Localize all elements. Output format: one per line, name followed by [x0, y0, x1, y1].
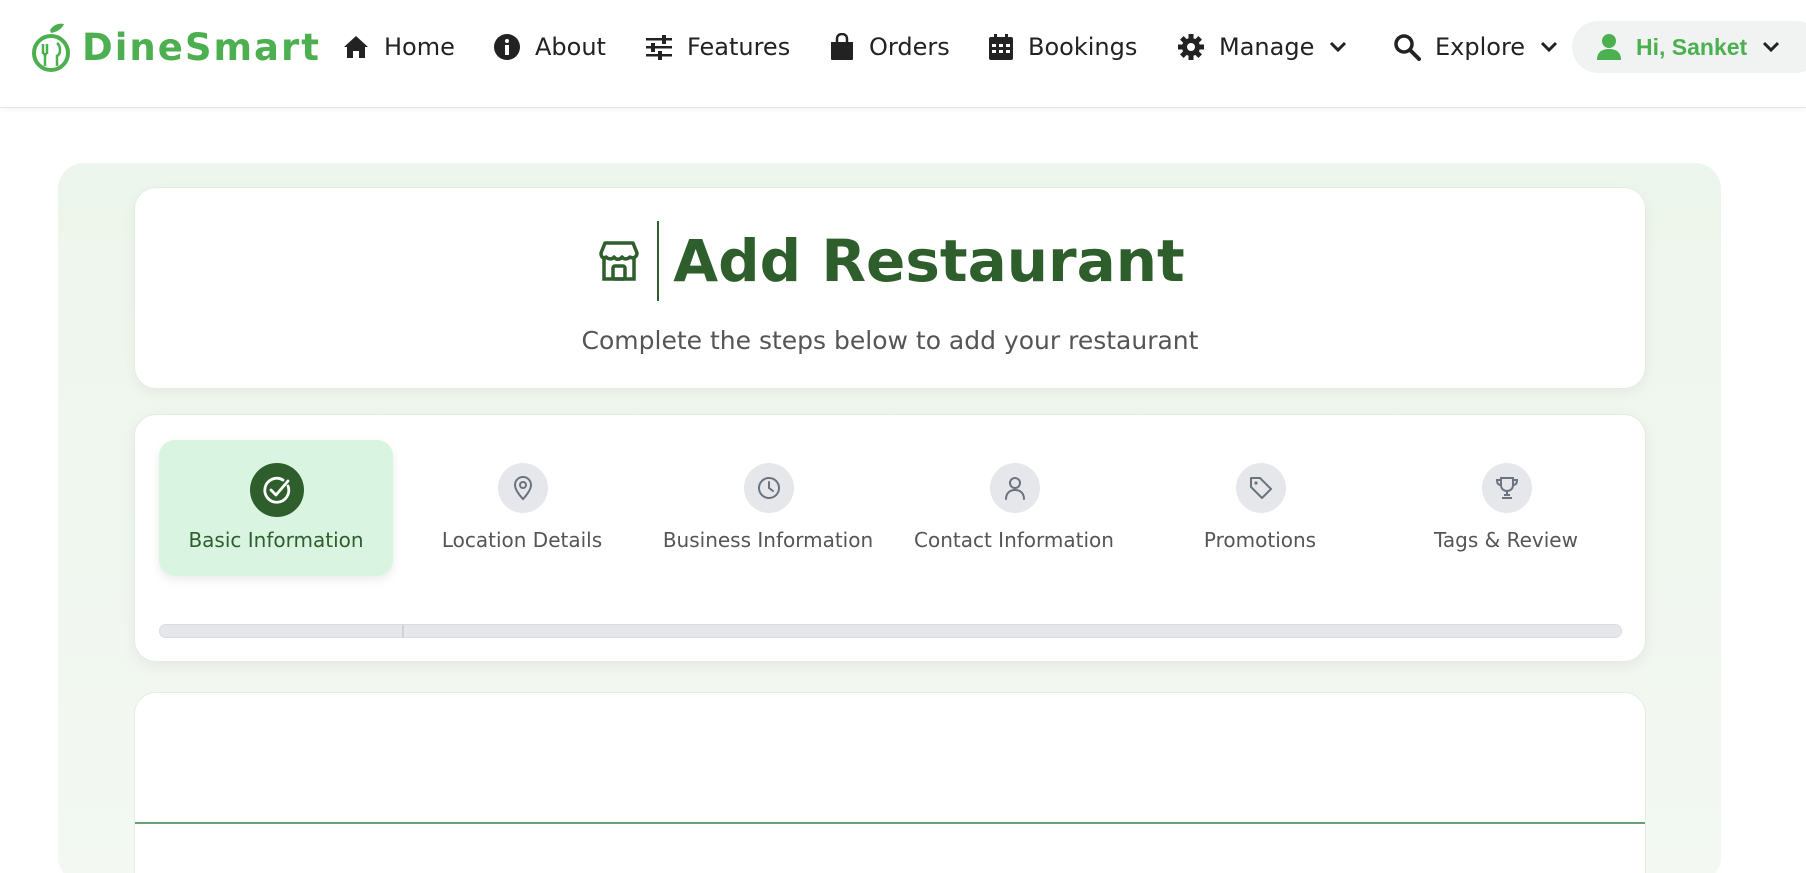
nav-orders[interactable]: Orders — [829, 26, 950, 68]
page-subtitle: Complete the steps below to add your res… — [581, 326, 1199, 355]
search-icon — [1394, 34, 1421, 61]
title-row: Add Restaurant — [135, 221, 1645, 301]
step-icon-circle — [1236, 463, 1286, 513]
nav-about[interactable]: About — [493, 26, 606, 68]
person-icon — [1005, 477, 1025, 500]
step-icon-circle — [1482, 463, 1532, 513]
store-icon — [599, 241, 639, 281]
step-label: Basic Information — [188, 528, 364, 552]
form-card — [134, 692, 1646, 873]
nav-manage-dropdown[interactable]: Manage — [1177, 26, 1348, 68]
nav-orders-label: Orders — [869, 33, 950, 61]
chevron-down-icon — [1541, 41, 1558, 53]
page-title: Add Restaurant — [673, 227, 1185, 295]
check-circle-icon — [263, 476, 291, 504]
brand-name: DineSmart — [82, 25, 321, 69]
step-label: Tags & Review — [1434, 528, 1578, 552]
form-divider — [135, 822, 1645, 824]
sliders-icon — [646, 35, 672, 60]
text-cursor — [657, 221, 660, 301]
step-icon-circle — [498, 463, 548, 513]
nav-bookings-label: Bookings — [1028, 33, 1138, 61]
nav-manage-label: Manage — [1219, 33, 1315, 61]
nav-features[interactable]: Features — [645, 26, 790, 68]
nav-bookings[interactable]: Bookings — [988, 26, 1137, 68]
info-icon — [494, 34, 520, 60]
nav-explore-dropdown[interactable]: Explore — [1393, 26, 1559, 68]
step-progress-bar — [159, 624, 1622, 638]
nav-explore-label: Explore — [1435, 33, 1526, 61]
stepper-card: Basic Information Location Details Busin… — [134, 414, 1646, 662]
brand[interactable]: DineSmart — [30, 22, 321, 72]
leaf-logo-icon — [32, 23, 70, 72]
clock-icon — [758, 477, 780, 499]
user-menu-button[interactable]: Hi, Sanket — [1572, 21, 1806, 73]
user-greeting: Hi, Sanket — [1636, 33, 1748, 60]
step-label: Promotions — [1203, 528, 1317, 552]
chevron-down-icon — [1330, 41, 1347, 53]
step-progress-fill — [160, 625, 404, 637]
chevron-down-icon — [1763, 41, 1780, 53]
page-header-card: Add Restaurant Complete the steps below … — [134, 187, 1646, 389]
step-label: Contact Information — [914, 528, 1114, 552]
nav-home-label: Home — [384, 33, 455, 61]
step-label: Location Details — [441, 528, 603, 552]
home-icon — [344, 36, 368, 58]
step-icon-circle — [250, 463, 304, 517]
user-icon — [1597, 34, 1621, 60]
nav-home[interactable]: Home — [342, 26, 455, 68]
gear-icon — [1178, 34, 1204, 60]
step-tags-review[interactable]: Tags & Review — [1389, 440, 1623, 576]
map-pin-icon — [513, 476, 533, 501]
top-navbar: DineSmart Home About Features Orders Boo… — [0, 0, 1806, 108]
step-contact-information[interactable]: Contact Information — [897, 440, 1131, 576]
nav-features-label: Features — [687, 33, 791, 61]
step-business-information[interactable]: Business Information — [651, 440, 885, 576]
tag-icon — [1250, 477, 1272, 499]
step-promotions[interactable]: Promotions — [1143, 440, 1377, 576]
nav-about-label: About — [535, 33, 606, 61]
trophy-icon — [1495, 477, 1519, 499]
step-icon-circle — [990, 463, 1040, 513]
shopping-bag-icon — [831, 33, 853, 60]
calendar-icon — [989, 34, 1013, 60]
step-location-details[interactable]: Location Details — [405, 440, 639, 576]
step-basic-information[interactable]: Basic Information — [159, 440, 393, 576]
step-label: Business Information — [662, 528, 874, 552]
step-icon-circle — [744, 463, 794, 513]
